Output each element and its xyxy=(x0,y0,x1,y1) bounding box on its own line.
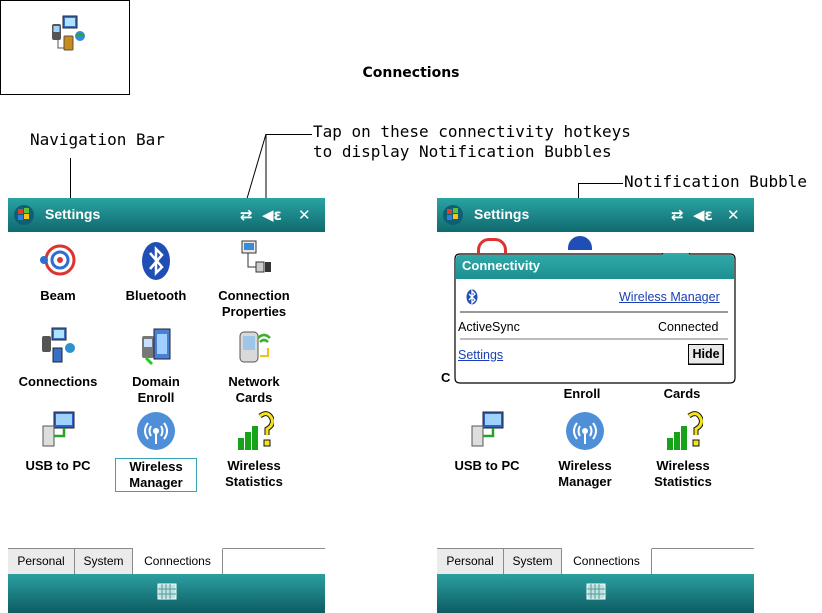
usb-to-pc-icon xyxy=(42,411,75,447)
notification-bubble-callout: Notification Bubble xyxy=(624,172,808,191)
usb-to-pc-label: USB to PC xyxy=(25,458,91,473)
settings-tab-strip: Personal System Connections xyxy=(8,548,325,575)
title-settings-right: Settings xyxy=(474,206,530,222)
activesync-status: Connected xyxy=(658,320,719,334)
navigation-bar-callout: Navigation Bar xyxy=(30,130,165,149)
beam-icon xyxy=(40,244,76,276)
connectivity-hotkey-icon[interactable]: ⇄ xyxy=(240,206,253,224)
bubble-leader-h xyxy=(578,183,623,184)
connection-properties-icon xyxy=(241,240,271,273)
navigation-bar: Settings ⇄ ◀ɛ ✕ xyxy=(8,198,325,232)
connections-icon-box: Connections xyxy=(0,0,460,95)
bubble-header: Connectivity xyxy=(462,258,541,273)
navigation-bar-right: Settings ⇄ ◀ɛ ✕ xyxy=(437,198,754,232)
tab-system[interactable]: System xyxy=(504,549,562,574)
activesync-label: ActiveSync xyxy=(458,320,520,334)
domain-enroll-icon xyxy=(142,328,171,366)
hotkeys-callout-line1: Tap on these connectivity hotkeys xyxy=(313,122,631,141)
settings-link[interactable]: Settings xyxy=(458,348,503,362)
notification-bubble: Connectivity Wireless Manager ActiveSync… xyxy=(454,253,736,384)
tab-personal[interactable]: Personal xyxy=(8,549,75,574)
domain-enroll-label: Domain Enroll xyxy=(132,374,180,405)
connections-icon-label: Connections xyxy=(362,65,460,81)
connections-icon xyxy=(52,15,85,51)
wireless-manager-link[interactable]: Wireless Manager xyxy=(619,290,720,304)
network-cards-label-partial: Cards xyxy=(663,386,701,401)
bluetooth-icon[interactable] xyxy=(466,289,478,305)
tab-system[interactable]: System xyxy=(75,549,133,574)
close-icon[interactable]: ✕ xyxy=(298,206,311,224)
connections-label: Connections xyxy=(18,374,98,389)
wireless-manager-icon xyxy=(566,412,604,450)
bluetooth-icon-partial xyxy=(568,236,592,250)
connections-icon xyxy=(42,327,75,363)
keyboard-icon[interactable] xyxy=(157,583,177,600)
bluetooth-label: Bluetooth xyxy=(125,288,187,303)
hotkeys-callout-line2: to display Notification Bubbles xyxy=(313,142,612,161)
network-cards-label: Network Cards xyxy=(228,374,280,405)
hotkeys-leader-lines xyxy=(245,133,267,203)
volume-hotkey-icon[interactable]: ◀ɛ xyxy=(693,206,713,224)
settings-tab-strip-right: Personal System Connections xyxy=(437,548,754,575)
usb-to-pc-label: USB to PC xyxy=(454,458,520,473)
connection-properties-label: Connection Properties xyxy=(218,288,290,319)
hotkeys-leader-h xyxy=(266,134,312,135)
network-cards-icon xyxy=(239,331,271,363)
bluetooth-icon xyxy=(142,242,170,280)
start-menu-icon[interactable] xyxy=(13,204,35,226)
soft-key-bar xyxy=(8,574,325,613)
tab-connections[interactable]: Connections xyxy=(133,548,223,575)
beam-label: Beam xyxy=(40,288,76,303)
wireless-manager-label: Wireless Manager xyxy=(558,458,612,489)
usb-to-pc-icon xyxy=(471,411,504,447)
volume-hotkey-icon[interactable]: ◀ɛ xyxy=(262,206,282,224)
tab-personal[interactable]: Personal xyxy=(437,549,504,574)
wireless-statistics-label: Wireless Statistics xyxy=(654,458,712,489)
navigation-bar-leader xyxy=(70,158,71,200)
start-menu-icon[interactable] xyxy=(442,204,464,226)
tab-connections[interactable]: Connections xyxy=(562,548,652,575)
wireless-statistics-icon xyxy=(667,411,703,450)
left-device-screen: Settings ⇄ ◀ɛ ✕ Beam Bluetooth Connectio… xyxy=(8,198,325,613)
hide-button[interactable]: Hide xyxy=(688,344,724,365)
connections-label-partial: C xyxy=(441,370,451,385)
keyboard-icon[interactable] xyxy=(586,583,606,600)
wireless-manager-label: Wireless Manager xyxy=(115,458,197,492)
title-settings: Settings xyxy=(45,206,101,222)
wireless-statistics-label: Wireless Statistics xyxy=(225,458,283,489)
wireless-manager-icon xyxy=(137,412,175,450)
wireless-statistics-icon xyxy=(238,411,274,450)
connectivity-hotkey-icon[interactable]: ⇄ xyxy=(671,206,684,224)
domain-enroll-label-partial: Enroll xyxy=(563,386,601,401)
close-icon[interactable]: ✕ xyxy=(727,206,740,224)
soft-key-bar-right xyxy=(437,574,754,613)
beam-icon-partial xyxy=(477,238,507,253)
